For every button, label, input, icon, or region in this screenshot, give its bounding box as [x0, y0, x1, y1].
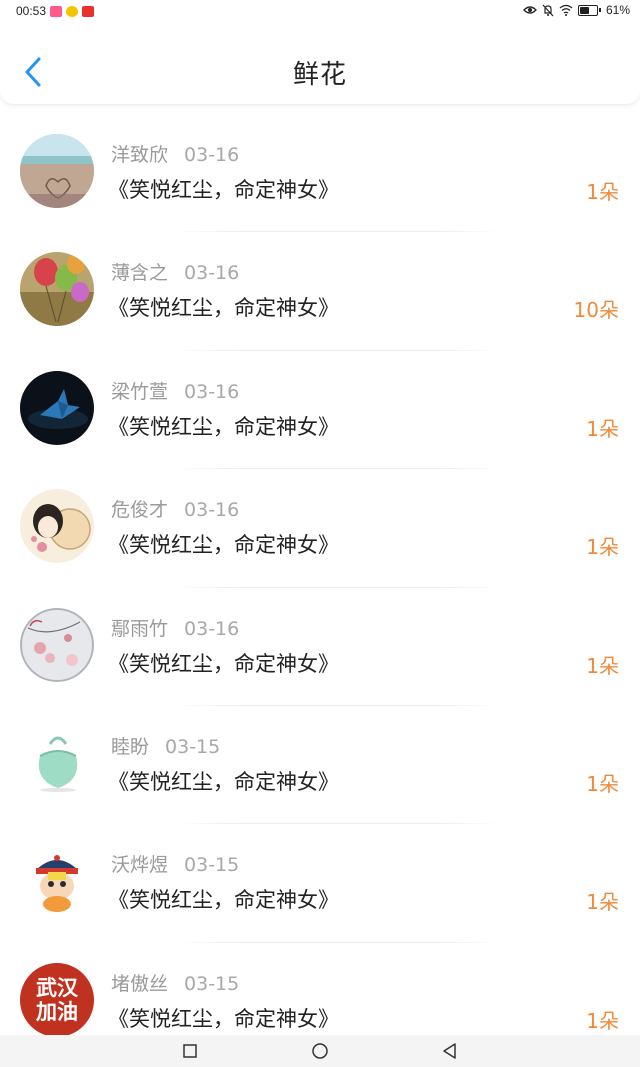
recent-apps-button[interactable] [181, 1042, 199, 1060]
avatar: 武汉 加油 [20, 962, 94, 1037]
notification-icons [50, 6, 94, 17]
mint-bag-avatar-image [20, 725, 94, 800]
list-item[interactable]: 鄢雨竹 03-16 《笑悦红尘，命定神女》 1朵 [0, 588, 640, 706]
sender-info: 危俊才 03-16 [111, 495, 239, 522]
sender-name: 梁竹萱 [111, 380, 169, 403]
status-right: 61% [523, 3, 630, 17]
list-item[interactable]: 梁竹萱 03-16 《笑悦红尘，命定神女》 1朵 [0, 351, 640, 470]
nav-back-button[interactable] [441, 1042, 459, 1060]
cartoon-figure-avatar-image [20, 844, 94, 919]
flower-gift-list: 洋致欣 03-16 《笑悦红尘，命定神女》 1朵 薄含之 03-16 《笑悦红尘，命… [0, 114, 640, 1061]
sender-info: 鄢雨竹 03-16 [111, 614, 239, 641]
app-notification-icon [50, 6, 62, 17]
app-notification-icon [82, 6, 94, 17]
list-item[interactable]: 危俊才 03-16 《笑悦红尘，命定神女》 1朵 [0, 469, 640, 588]
avatar [20, 252, 94, 327]
sender-name: 沃烨煜 [111, 854, 169, 877]
gift-date: 03-15 [184, 854, 240, 877]
flower-count: 1朵 [586, 180, 619, 204]
list-item[interactable]: 睦盼 03-15 《笑悦红尘，命定神女》 1朵 [0, 706, 640, 825]
avatar [20, 725, 94, 800]
sender-info: 睦盼 03-15 [111, 732, 220, 759]
sender-name: 洋致欣 [111, 144, 169, 166]
book-title: 《笑悦红尘，命定神女》 [108, 296, 339, 321]
gift-date: 03-16 [184, 380, 240, 403]
beach-heart-avatar-image [20, 134, 94, 208]
battery-icon [577, 4, 601, 16]
avatar-text-line: 武汉 [36, 975, 78, 1000]
home-icon [312, 1043, 328, 1059]
paper-crane-avatar-image [20, 370, 94, 445]
book-title: 《笑悦红尘，命定神女》 [108, 1006, 339, 1031]
list-item[interactable]: 沃烨煜 03-15 《笑悦红尘，命定神女》 1朵 [0, 824, 640, 943]
status-time: 00:53 [16, 4, 47, 18]
wuhan-jiayou-avatar-image: 武汉 加油 [20, 963, 94, 1037]
home-button[interactable] [311, 1042, 329, 1060]
flower-count: 10朵 [573, 298, 619, 323]
flower-count: 1朵 [586, 1008, 619, 1033]
blossom-avatar-image [20, 607, 94, 682]
flower-count: 1朵 [586, 416, 619, 441]
app-notification-icon [66, 6, 78, 17]
book-title: 《笑悦红尘，命定神女》 [108, 414, 339, 439]
flower-count: 1朵 [586, 771, 619, 796]
wifi-icon [559, 4, 573, 16]
flower-count: 1朵 [586, 890, 619, 915]
bell-off-icon [542, 4, 554, 16]
sender-info: 堵傲丝 03-15 [111, 969, 239, 996]
book-title: 《笑悦红尘，命定神女》 [108, 178, 339, 202]
avatar [20, 607, 94, 682]
sender-info: 洋致欣 03-16 [111, 140, 239, 167]
status-bar: 00:53 61% [0, 0, 640, 24]
girl-fan-avatar-image [20, 489, 94, 564]
flower-count: 1朵 [586, 535, 619, 560]
recent-apps-icon [183, 1044, 197, 1058]
sender-info: 薄含之 03-16 [111, 258, 239, 285]
app-header: 鲜花 [0, 24, 640, 105]
gift-date: 03-16 [184, 617, 240, 640]
page-title: 鲜花 [292, 60, 347, 90]
avatar [20, 844, 94, 919]
eye-icon [523, 6, 537, 14]
sender-info: 梁竹萱 03-16 [111, 377, 239, 404]
avatar [20, 134, 94, 208]
system-nav-bar [0, 1035, 640, 1067]
flower-count: 1朵 [586, 653, 619, 678]
gift-date: 03-15 [184, 972, 240, 995]
avatar-text-line: 加油 [36, 999, 78, 1024]
gift-date: 03-16 [184, 262, 240, 285]
sender-name: 危俊才 [111, 499, 169, 522]
sender-name: 薄含之 [111, 262, 169, 285]
sender-name: 鄢雨竹 [111, 617, 169, 640]
gift-date: 03-15 [165, 735, 221, 758]
sender-name: 睦盼 [111, 735, 150, 758]
sender-info: 沃烨煜 03-15 [111, 850, 239, 877]
book-title: 《笑悦红尘，命定神女》 [108, 769, 339, 794]
book-title: 《笑悦红尘，命定神女》 [108, 651, 339, 676]
list-item[interactable]: 洋致欣 03-16 《笑悦红尘，命定神女》 1朵 [0, 114, 640, 233]
sender-name: 堵傲丝 [111, 972, 169, 995]
book-title: 《笑悦红尘，命定神女》 [108, 533, 339, 558]
gift-date: 03-16 [184, 144, 240, 166]
list-item[interactable]: 薄含之 03-16 《笑悦红尘，命定神女》 10朵 [0, 232, 640, 351]
battery-percent: 61% [605, 3, 630, 17]
back-triangle-icon [443, 1043, 456, 1059]
balloons-avatar-image [20, 252, 94, 327]
gift-date: 03-16 [184, 499, 240, 522]
avatar [20, 489, 94, 564]
book-title: 《笑悦红尘，命定神女》 [108, 888, 339, 913]
avatar [20, 370, 94, 445]
